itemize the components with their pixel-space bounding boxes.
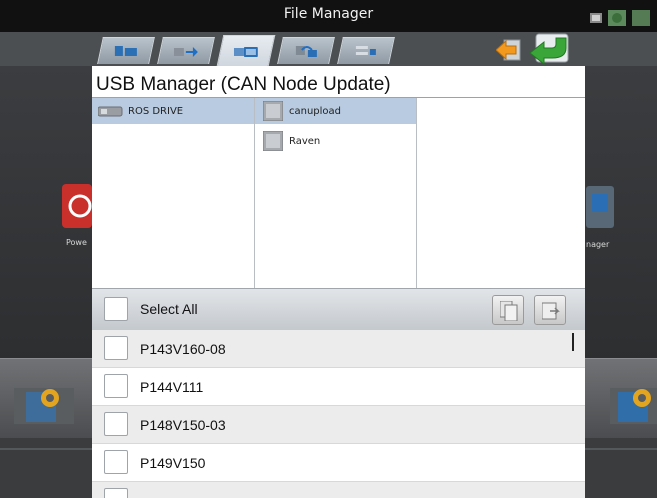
status-icons	[590, 10, 650, 26]
drive-item[interactable]: ROS DRIVE	[92, 98, 254, 124]
move-arrow-icon[interactable]	[496, 38, 522, 62]
file-checkbox[interactable]	[104, 336, 128, 360]
usb-manager-dialog: USB Manager (CAN Node Update) ROS DRIVE …	[92, 66, 585, 498]
list-tab[interactable]	[337, 37, 395, 64]
file-checkbox[interactable]	[104, 450, 128, 474]
file-preview-pane	[417, 98, 585, 320]
settings-gear-app-icon	[14, 388, 74, 424]
folder-item[interactable]: canupload	[255, 98, 416, 124]
network-tab[interactable]	[277, 37, 335, 64]
power-app-icon	[62, 184, 92, 228]
scroll-indicator[interactable]	[572, 333, 574, 351]
file-checkbox[interactable]	[104, 374, 128, 398]
manager-app-label: nager	[586, 240, 610, 249]
usb-tab[interactable]	[216, 35, 276, 66]
usb-drive-icon	[233, 47, 258, 57]
settings-gear-app-icon-right	[610, 388, 657, 424]
file-checkbox[interactable]	[104, 412, 128, 436]
local-storage-tab[interactable]	[97, 37, 155, 64]
usb-drive-icon	[98, 106, 123, 117]
drive-list: ROS DRIVE	[92, 98, 255, 320]
file-name: P144V111	[140, 379, 204, 395]
folder-list: canupload Raven	[255, 98, 417, 320]
file-name: P149V150	[140, 455, 206, 471]
folder-label: canupload	[289, 106, 342, 117]
file-row[interactable]: P143V160-08	[92, 330, 585, 368]
file-name: P143V160-08	[140, 341, 226, 357]
window-title: File Manager	[283, 6, 374, 22]
file-name: P148V150-03	[140, 417, 226, 433]
power-app-label: Powe	[66, 238, 87, 247]
transfer-arrow-icon	[173, 47, 198, 57]
back-button[interactable]	[526, 30, 572, 66]
file-row[interactable]: P144V111	[92, 368, 585, 406]
select-all-label: Select All	[140, 301, 198, 317]
folder-label: Raven	[289, 136, 321, 147]
screen: File Manager Powe nager USB Manager (CAN…	[0, 0, 657, 498]
select-all-bar: Select All	[92, 288, 585, 332]
drive-label: ROS DRIVE	[128, 106, 184, 117]
export-file-icon	[542, 302, 560, 320]
copy-file-button[interactable]	[492, 295, 524, 325]
transfer-tab[interactable]	[157, 37, 215, 64]
select-all-checkbox[interactable]	[104, 297, 128, 321]
list-icon	[355, 46, 376, 55]
copy-file-icon	[500, 301, 518, 321]
file-row[interactable]	[92, 482, 585, 498]
drive-icon	[114, 46, 137, 56]
network-icon	[295, 46, 317, 57]
folder-item[interactable]: Raven	[255, 128, 416, 154]
export-file-button[interactable]	[534, 295, 566, 325]
file-row[interactable]: P148V150-03	[92, 406, 585, 444]
file-row[interactable]: P149V150	[92, 444, 585, 482]
folder-icon	[263, 131, 283, 151]
manager-app-icon	[586, 186, 614, 228]
folder-icon	[263, 101, 283, 121]
file-checkbox[interactable]	[104, 488, 128, 498]
dialog-title: USB Manager (CAN Node Update)	[96, 74, 391, 95]
